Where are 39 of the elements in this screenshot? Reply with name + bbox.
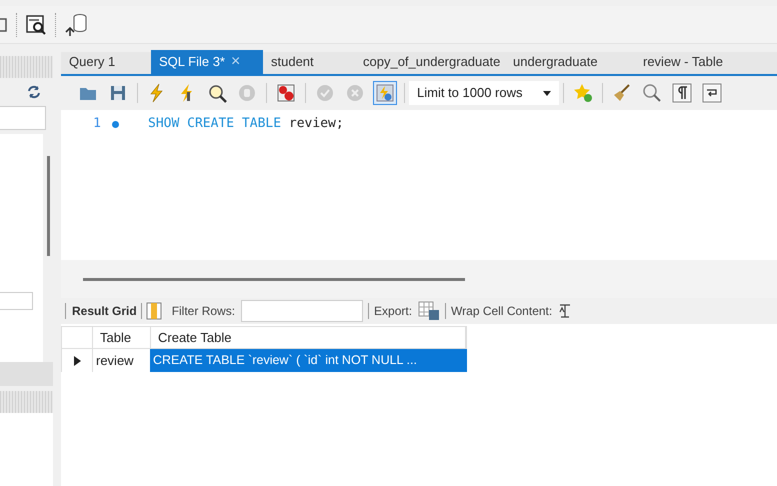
statement-marker-icon: [112, 120, 119, 128]
pilcrow-icon[interactable]: [672, 83, 692, 103]
tab[interactable]: student: [263, 50, 355, 74]
line-number: 1: [92, 115, 101, 134]
wrap-icon[interactable]: [702, 83, 722, 103]
search-field[interactable]: [0, 292, 33, 310]
wrap-text-icon[interactable]: [558, 303, 572, 319]
wrap-cell-content-label: Wrap Cell Content:: [451, 303, 552, 320]
export-icon[interactable]: [418, 301, 440, 321]
filter-rows-label: Filter Rows:: [172, 303, 236, 320]
check-icon[interactable]: [315, 83, 335, 103]
window-icon[interactable]: [0, 16, 8, 34]
search-field[interactable]: [0, 106, 46, 130]
tab[interactable]: review - Table: [635, 50, 735, 74]
tab[interactable]: SQL File 3* ×: [151, 50, 263, 74]
autocommit-toggle-icon[interactable]: [373, 81, 397, 105]
star-add-icon[interactable]: [573, 83, 593, 103]
result-grid-label[interactable]: Result Grid: [72, 302, 137, 320]
form-layout-icon[interactable]: [146, 302, 162, 320]
table-cell[interactable]: CREATE TABLE `review` ( `id` int NOT NULL ...: [150, 349, 467, 372]
sql-code: SHOW CREATE TABLE review;: [148, 115, 344, 134]
limit-rows-dropdown[interactable]: Limit to 1000 rows: [409, 81, 559, 105]
scrollbar[interactable]: [46, 156, 50, 256]
export-label: Export:: [374, 303, 412, 320]
save-icon[interactable]: [108, 83, 128, 103]
stop-on-error-icon[interactable]: [276, 83, 296, 103]
filter-rows-field[interactable]: [241, 300, 364, 322]
inspect-icon[interactable]: [25, 14, 47, 36]
column-header[interactable]: Table: [93, 327, 151, 348]
horizontal-scrollbar[interactable]: [83, 278, 465, 280]
search-icon[interactable]: [642, 83, 662, 103]
broom-icon[interactable]: [612, 83, 632, 103]
column-header[interactable]: Create Table: [151, 327, 466, 348]
refresh-icon[interactable]: [27, 85, 41, 99]
tab[interactable]: copy_of_undergraduate: [355, 50, 505, 74]
dropdown-caret-icon: [543, 90, 551, 96]
panel-header: [0, 362, 53, 386]
tab[interactable]: Query 1: [61, 50, 151, 74]
tab[interactable]: undergraduate: [505, 50, 635, 74]
